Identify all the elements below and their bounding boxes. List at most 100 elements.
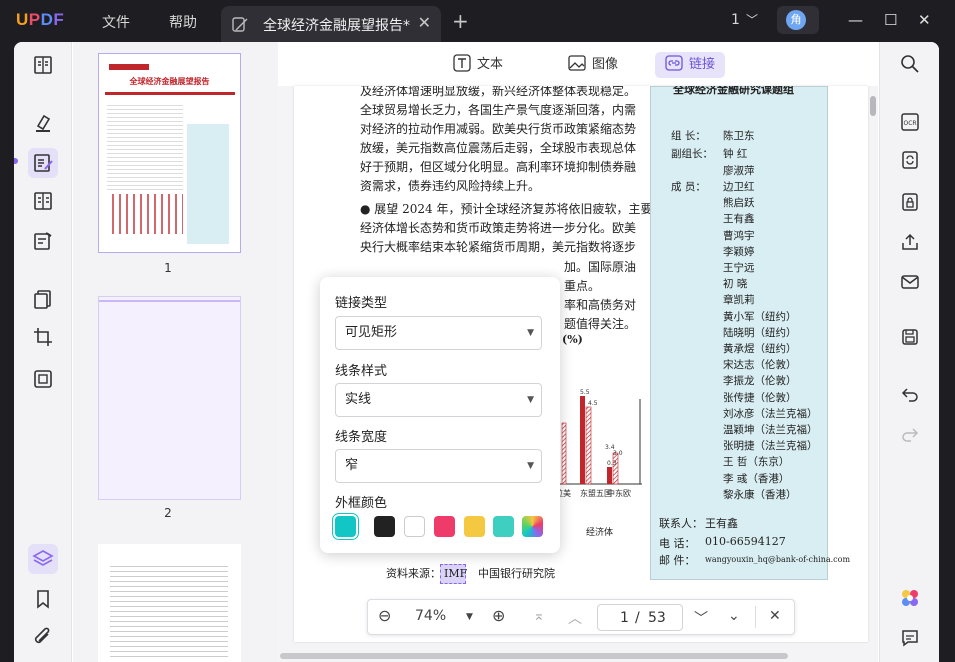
document-tab[interactable]: 全球经济金融展望报告* ✕	[221, 6, 441, 42]
link-type-label: 链接类型	[335, 296, 388, 311]
close-window-icon[interactable]: ✕	[918, 11, 931, 29]
edit-pdf-icon[interactable]	[32, 152, 54, 174]
color-swatch-yellow[interactable]	[464, 516, 485, 537]
line-style-select[interactable]: 实线 ▼	[335, 383, 542, 417]
chevron-down-icon[interactable]: ﹀	[746, 11, 758, 28]
email-icon[interactable]	[900, 272, 920, 292]
crop-icon[interactable]	[32, 326, 54, 348]
page-thumbnail-1[interactable]: 全球经济金融展望报告	[98, 53, 241, 253]
link-properties-popup: 链接类型 可见矩形 ▼ 线条样式 实线 ▼ 线条宽度 窄 ▼ 外框颜色	[320, 277, 560, 553]
link-tool-button[interactable]: 链接	[655, 52, 726, 78]
maximize-icon[interactable]: ☐	[884, 11, 897, 29]
line-width-value: 窄	[345, 458, 359, 473]
paragraph-fragment: 加。国际原油	[564, 260, 637, 274]
new-tab-icon[interactable]: +	[452, 9, 469, 33]
text-icon	[453, 54, 471, 72]
total-pages: 53	[648, 610, 666, 626]
reader-icon[interactable]	[32, 54, 54, 76]
color-swatch-white[interactable]	[404, 516, 425, 537]
leader-label: 组 长：	[671, 130, 706, 142]
save-icon[interactable]	[900, 327, 920, 347]
zoom-dropdown-icon[interactable]: ▼	[466, 612, 473, 622]
pages-icon[interactable]	[32, 288, 54, 310]
member-name: 张明捷（法兰克福）	[723, 440, 818, 453]
thumb-logo	[109, 64, 149, 70]
page-number-input[interactable]: 1 / 53	[597, 604, 683, 631]
previous-page-icon[interactable]: ︿	[568, 608, 582, 628]
phone-value: 010-66594127	[705, 535, 786, 548]
ocr-icon[interactable]: OCR	[900, 112, 920, 132]
line-width-select[interactable]: 窄 ▼	[335, 449, 542, 483]
link-type-select[interactable]: 可见矩形 ▼	[335, 316, 542, 350]
paragraph-line: 好于预期，但区域分化明显。高利率环境抑制债券融	[360, 160, 637, 174]
first-page-icon[interactable]: ⌅	[533, 608, 545, 624]
zoom-in-icon[interactable]: ⊕	[492, 606, 505, 625]
menu-file[interactable]: 文件	[102, 12, 130, 32]
line-style-value: 实线	[345, 392, 372, 407]
search-icon[interactable]	[900, 54, 920, 74]
vertical-scrollbar[interactable]	[870, 96, 876, 116]
last-page-icon[interactable]: ⌄	[728, 608, 740, 624]
color-swatch-pink[interactable]	[434, 516, 455, 537]
layers-icon[interactable]	[32, 548, 54, 570]
thumb-sidebar	[187, 124, 229, 244]
chart-bar	[585, 406, 592, 485]
page-thumbnail-3[interactable]	[98, 544, 241, 662]
tab-close-icon[interactable]: ✕	[418, 13, 431, 32]
page-separator: /	[635, 610, 640, 626]
page-navigation-bar: ⊖ 74% ▼ ⊕ ⌅ ︿ 1 / 53 ﹀ ⌄ ✕	[367, 599, 795, 635]
color-swatch-cyan[interactable]	[335, 516, 356, 537]
menu-help[interactable]: 帮助	[169, 12, 197, 32]
image-icon	[568, 55, 586, 71]
member-name: 黄小军（纽约）	[723, 310, 797, 323]
zoom-value[interactable]: 74%	[415, 608, 446, 624]
next-page-icon[interactable]: ﹀	[694, 608, 708, 628]
member-name: 边卫红	[723, 181, 755, 193]
paragraph-line: 对经济的拉动作用减弱。欧美央行货币政策紧缩态势	[360, 122, 637, 136]
account-button[interactable]: 角	[777, 6, 819, 34]
thumb-rule	[99, 300, 240, 302]
edit-toolbar: 文本 图像 链接	[278, 42, 878, 86]
minimize-icon[interactable]: —	[848, 11, 863, 29]
convert-icon[interactable]	[32, 368, 54, 390]
paragraph-line: 央行大概率结束本轮紧缩货币周期，美元指数将逐步	[360, 240, 637, 254]
thumbnail-panel: 全球经济金融展望报告 1 2	[73, 42, 278, 662]
info-box-title: 全球经济金融研究课题组	[673, 86, 794, 96]
svg-text:OCR: OCR	[904, 120, 917, 127]
comment-icon[interactable]	[900, 628, 920, 648]
share-icon[interactable]	[900, 232, 920, 252]
page-thumbnail-2[interactable]	[98, 296, 241, 500]
image-tool-button[interactable]: 图像	[558, 52, 628, 78]
border-color-label: 外框颜色	[335, 496, 388, 511]
undo-icon[interactable]	[900, 384, 920, 404]
color-swatch-black[interactable]	[374, 516, 395, 537]
tab-title: 全球经济金融展望报告*	[263, 18, 410, 34]
dropdown-arrow-icon: ▼	[527, 395, 534, 405]
zoom-out-icon[interactable]: ⊖	[378, 606, 391, 625]
page-organize-icon[interactable]	[32, 190, 54, 212]
member-name: 黄承煜（纽约）	[723, 343, 797, 355]
form-icon[interactable]	[32, 230, 54, 252]
attachment-icon[interactable]	[32, 626, 54, 648]
color-swatch-teal[interactable]	[493, 516, 514, 537]
highlighter-icon[interactable]	[32, 112, 54, 134]
member-name: 温颖坤（法兰克福）	[723, 424, 818, 436]
protect-icon[interactable]	[900, 192, 920, 212]
convert-file-icon[interactable]	[900, 150, 920, 170]
source-label: 资料来源：	[386, 567, 441, 580]
ai-assistant-icon[interactable]	[900, 588, 920, 608]
chart-value-label: 0.3	[607, 460, 617, 467]
text-tool-button[interactable]: 文本	[443, 52, 513, 78]
window-count[interactable]: 1	[731, 12, 740, 28]
paragraph-line: 全球贸易增长乏力，各国生产景气度逐渐回落，内需	[360, 103, 637, 117]
link-selection-box[interactable]: IMF	[440, 564, 467, 584]
color-picker-swatch[interactable]	[522, 516, 543, 537]
bookmark-icon[interactable]	[32, 588, 54, 610]
left-toolbar	[14, 42, 72, 662]
paragraph-line: ● 展望 2024 年，预计全球经济复苏将依旧疲软，主要	[360, 202, 653, 216]
horizontal-scrollbar[interactable]	[280, 653, 788, 659]
app-window: 全球经济金融展望报告 1 2 文本 图像 链接 及经济体增速明显放缓，新兴经济体…	[14, 42, 939, 662]
close-bar-icon[interactable]: ✕	[769, 608, 781, 624]
redo-icon[interactable]	[900, 424, 920, 444]
thumbnail-label-1: 1	[164, 261, 172, 275]
